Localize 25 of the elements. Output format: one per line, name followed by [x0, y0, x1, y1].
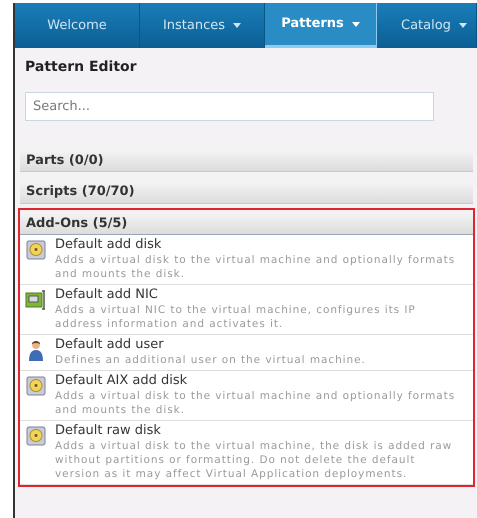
section-header[interactable]: Parts (0/0) [20, 150, 473, 172]
add-on-description: Adds a virtual disk to the virtual machine and optionally formats and mounts the disk. [55, 252, 456, 281]
add-on-name: Default raw disk [55, 422, 162, 439]
add-on-item[interactable]: Default add disk Adds a virtual disk to the virtual machine and optionally formats and mounts the disk. [20, 234, 473, 285]
nav-tab[interactable]: Patterns [265, 3, 377, 48]
add-on-description: Adds a virtual disk to the virtual machine, the disk is added raw without partitions or formatting. Do not delete the default version as it may affect Virtual Application deployments. [55, 438, 454, 481]
add-on-description: Defines an additional user on the virtual machine. [55, 352, 367, 367]
section-header[interactable]: Scripts (70/70) [20, 182, 473, 204]
panel-title: Pattern Editor [25, 58, 138, 77]
add-on-item[interactable]: Default AIX add disk Adds a virtual disk to the virtual machine and optionally formats and mounts the disk. [20, 370, 473, 421]
nav-tab[interactable]: Catalog [377, 3, 477, 48]
add-on-item[interactable]: Default add user Defines an additional user on the virtual machine. [20, 334, 473, 371]
search-field[interactable]: Search... [25, 92, 434, 121]
user-icon [28, 340, 44, 362]
section-header[interactable]: Add-Ons (5/5) [20, 212, 473, 235]
add-on-description: Adds a virtual NIC to the virtual machine, configures its IP address information and activates it. [55, 302, 417, 331]
add-on-item[interactable]: Default add NIC Adds a virtual NIC to the virtual machine, configures its IP address information and activates it. [20, 284, 473, 335]
add-on-item[interactable]: Default raw disk Adds a virtual disk to the virtual machine, the disk is added raw without partitions or formatting. Do not delete the default version as it may affect Virtual Application deployments. [20, 420, 473, 485]
add-on-name: Default add user [55, 336, 165, 353]
add-on-name: Default add NIC [55, 286, 159, 303]
add-on-name: Default add disk [55, 236, 162, 253]
nav-tab[interactable]: Welcome [15, 3, 140, 48]
add-on-name: Default AIX add disk [55, 372, 188, 389]
network-card-icon [25, 290, 47, 310]
add-on-description: Adds a virtual disk to the virtual machine and optionally formats and mounts the disk. [55, 388, 456, 417]
